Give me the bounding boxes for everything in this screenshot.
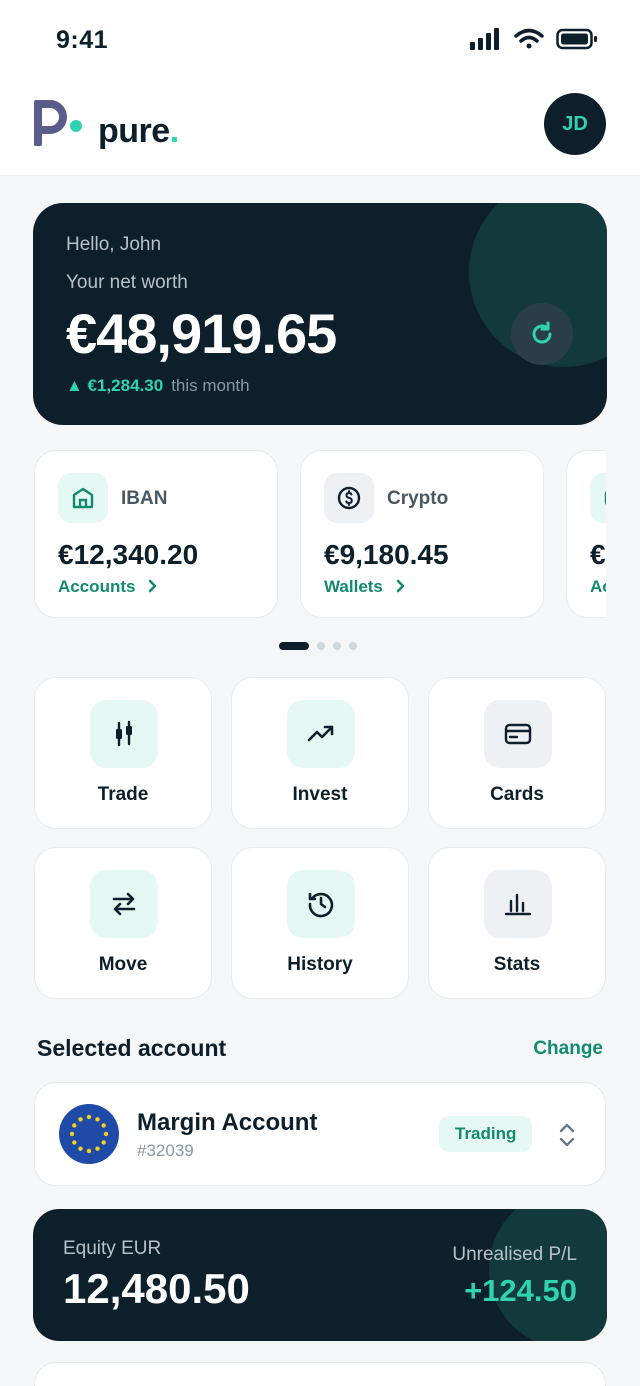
- logo-mark-icon: [34, 100, 82, 146]
- avatar[interactable]: JD: [544, 93, 606, 155]
- greeting: Hello, John: [66, 234, 162, 255]
- refresh-icon: [532, 321, 552, 344]
- change-period: this month: [171, 376, 250, 395]
- wifi-icon: [514, 28, 544, 49]
- action-history[interactable]: History: [231, 847, 409, 999]
- action-label: Move: [98, 954, 148, 975]
- net-worth-change: ▲ €1,284.30 this month: [66, 376, 250, 396]
- action-cards[interactable]: Cards: [428, 677, 606, 829]
- account-number: #32039: [137, 1141, 194, 1160]
- account-amount: €12,340.20: [58, 539, 199, 570]
- accounts-link[interactable]: Accounts: [58, 577, 160, 597]
- top-bar: 9:41 pure. JD: [0, 0, 640, 176]
- accounts-carousel[interactable]: IBAN €12,340.20 Accounts Crypto €9,180.4…: [34, 450, 606, 620]
- brand-name: pure.: [98, 112, 179, 150]
- credit-card-icon: [484, 700, 552, 768]
- bar-chart-icon: [484, 870, 552, 938]
- account-name: Margin Account: [137, 1109, 318, 1136]
- page-dot[interactable]: [317, 642, 325, 650]
- chevron-right-icon: [396, 579, 404, 593]
- carousel-pagination[interactable]: [279, 642, 357, 650]
- action-invest[interactable]: Invest: [231, 677, 409, 829]
- action-label: Cards: [490, 784, 544, 805]
- history-icon: [287, 870, 355, 938]
- candlestick-icon: [90, 700, 158, 768]
- wallets-link[interactable]: Wallets: [324, 577, 408, 597]
- status-time: 9:41: [56, 26, 109, 54]
- net-worth-value: €48,919.65: [66, 302, 337, 365]
- trending-up-icon: [287, 700, 355, 768]
- net-worth-label: Your net worth: [66, 272, 188, 293]
- equity-value: 12,480.50: [63, 1265, 250, 1312]
- change-amount: ▲ €1,284.30: [66, 376, 164, 395]
- account-card-partial[interactable]: € Ac: [566, 450, 606, 618]
- brand-logo[interactable]: pure.: [34, 98, 179, 148]
- action-move[interactable]: Move: [34, 847, 212, 999]
- eu-flag-icon: [59, 1104, 119, 1164]
- pl-label: Unrealised P/L: [452, 1244, 577, 1265]
- account-amount: €9,180.45: [324, 539, 449, 570]
- change-account-link[interactable]: Change: [533, 1038, 603, 1060]
- account-name: Crypto: [387, 488, 449, 509]
- action-label: History: [287, 954, 353, 975]
- equity-card: Equity EUR 12,480.50 Unrealised P/L +124…: [33, 1209, 607, 1341]
- action-label: Trade: [97, 784, 149, 805]
- pl-value: +124.50: [464, 1273, 577, 1308]
- card-icon: [590, 473, 606, 523]
- action-label: Invest: [292, 784, 348, 805]
- battery-icon: [556, 28, 597, 50]
- transfer-icon: [90, 870, 158, 938]
- section-title: Selected account: [37, 1035, 227, 1061]
- account-name: IBAN: [121, 488, 168, 509]
- page-dot[interactable]: [333, 642, 341, 650]
- action-label: Stats: [493, 954, 541, 975]
- signal-icon: [470, 28, 499, 50]
- next-card-partial: [34, 1362, 606, 1386]
- chevron-up-down-icon[interactable]: [556, 1120, 578, 1150]
- account-type-badge: Trading: [439, 1116, 533, 1152]
- action-trade[interactable]: Trade: [34, 677, 212, 829]
- net-worth-card: Hello, John Your net worth €48,919.65 ▲ …: [33, 203, 607, 425]
- account-amount: €: [590, 539, 606, 570]
- page-dot[interactable]: [349, 642, 357, 650]
- chevron-right-icon: [148, 579, 157, 593]
- coin-icon: [324, 473, 374, 523]
- action-stats[interactable]: Stats: [428, 847, 606, 999]
- status-icons: [470, 28, 598, 50]
- account-card-crypto[interactable]: Crypto €9,180.45 Wallets: [300, 450, 544, 618]
- selected-account-card[interactable]: Margin Account #32039 Trading: [34, 1082, 606, 1186]
- refresh-button[interactable]: [511, 303, 573, 365]
- equity-label: Equity EUR: [63, 1238, 162, 1259]
- bank-icon: [58, 473, 108, 523]
- account-card-iban[interactable]: IBAN €12,340.20 Accounts: [34, 450, 278, 618]
- account-link[interactable]: Ac: [590, 577, 606, 597]
- page-dot[interactable]: [279, 642, 309, 650]
